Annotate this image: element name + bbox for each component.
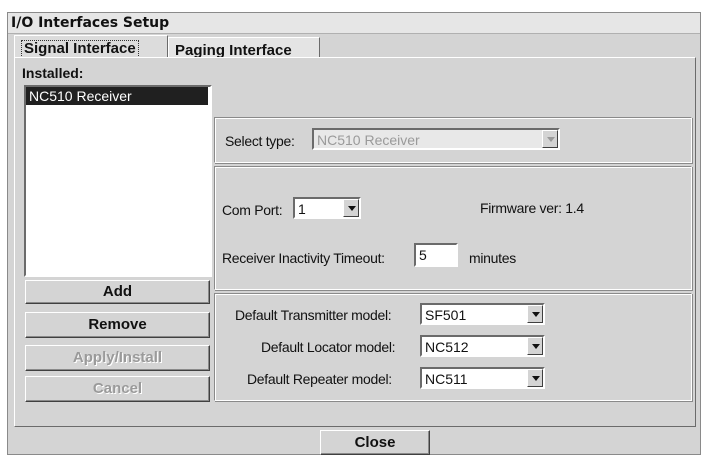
firmware-version: Firmware ver: 1.4 [480,200,584,216]
remove-button[interactable]: Remove [25,312,210,338]
dropdown-arrow-icon[interactable] [343,199,359,217]
add-button[interactable]: Add [25,280,210,304]
receiver-timeout-unit: minutes [469,250,516,266]
receiver-settings-group [214,166,692,290]
list-item[interactable]: NC510 Receiver [26,87,208,105]
title-bar[interactable]: I/O Interfaces Setup [8,13,700,34]
com-port-value: 1 [298,201,306,217]
dropdown-arrow-icon[interactable] [527,369,543,387]
com-port-dropdown[interactable]: 1 [293,197,361,219]
tab-signal-interface-label: Signal Interface [21,40,139,58]
select-type-dropdown[interactable]: NC510 Receiver [312,128,560,150]
window-title: I/O Interfaces Setup [11,15,170,31]
default-repeater-label: Default Repeater model: [247,371,392,387]
select-type-label: Select type: [225,133,295,149]
installed-list[interactable]: NC510 Receiver [24,85,212,277]
default-repeater-value: NC511 [425,371,468,387]
dropdown-arrow-icon[interactable] [542,130,558,148]
io-interfaces-setup-window: I/O Interfaces Setup Signal Interface Pa… [7,12,701,455]
receiver-timeout-input[interactable]: 5 [414,243,458,267]
default-transmitter-label: Default Transmitter model: [235,307,392,323]
default-locator-value: NC512 [425,339,469,355]
default-locator-label: Default Locator model: [261,339,396,355]
installed-label: Installed: [22,65,84,81]
dropdown-arrow-icon[interactable] [527,337,543,355]
cancel-button[interactable]: Cancel [25,376,210,402]
default-transmitter-value: SF501 [425,307,467,323]
apply-install-button[interactable]: Apply/Install [25,345,210,371]
default-locator-dropdown[interactable]: NC512 [420,335,545,357]
com-port-label: Com Port: [222,202,283,218]
default-transmitter-dropdown[interactable]: SF501 [420,303,545,325]
close-button[interactable]: Close [320,430,430,455]
dropdown-arrow-icon[interactable] [527,305,543,323]
select-type-value: NC510 Receiver [317,132,420,148]
receiver-timeout-label: Receiver Inactivity Timeout: [222,250,385,266]
default-repeater-dropdown[interactable]: NC511 [420,367,545,389]
